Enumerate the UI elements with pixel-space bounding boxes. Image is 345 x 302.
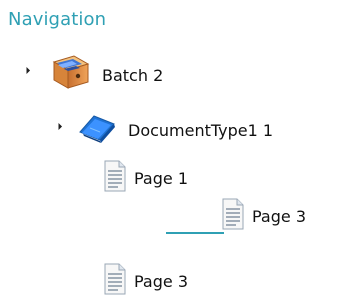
page-icon <box>104 160 126 196</box>
tree-node-label: Page 3 <box>134 271 188 291</box>
tree-node-document[interactable]: DocumentType1 1 <box>76 110 273 150</box>
batch-expander-icon[interactable] <box>22 66 31 75</box>
tree-node-label: Page 1 <box>134 168 188 188</box>
page-icon <box>104 263 126 299</box>
tree-node-label: Page 3 <box>252 206 306 226</box>
document-expander-icon[interactable] <box>54 122 63 131</box>
tree-node-label: DocumentType1 1 <box>128 120 274 140</box>
page-icon <box>222 198 244 234</box>
document-folder-icon <box>76 110 120 150</box>
tree-node-page[interactable]: Page 1 <box>104 160 188 196</box>
drop-indicator-line <box>166 232 224 234</box>
panel-title: Navigation <box>8 9 107 30</box>
tree-node-page[interactable]: Page 3 <box>104 263 188 299</box>
tree-node-label: Batch 2 <box>102 65 164 85</box>
tree-node-batch[interactable]: Batch 2 <box>46 54 163 96</box>
drag-preview-page[interactable]: Page 3 <box>222 198 306 234</box>
batch-icon <box>46 54 94 96</box>
navigation-panel: Navigation Batch 2 DocumentType1 1 Page … <box>0 0 345 302</box>
